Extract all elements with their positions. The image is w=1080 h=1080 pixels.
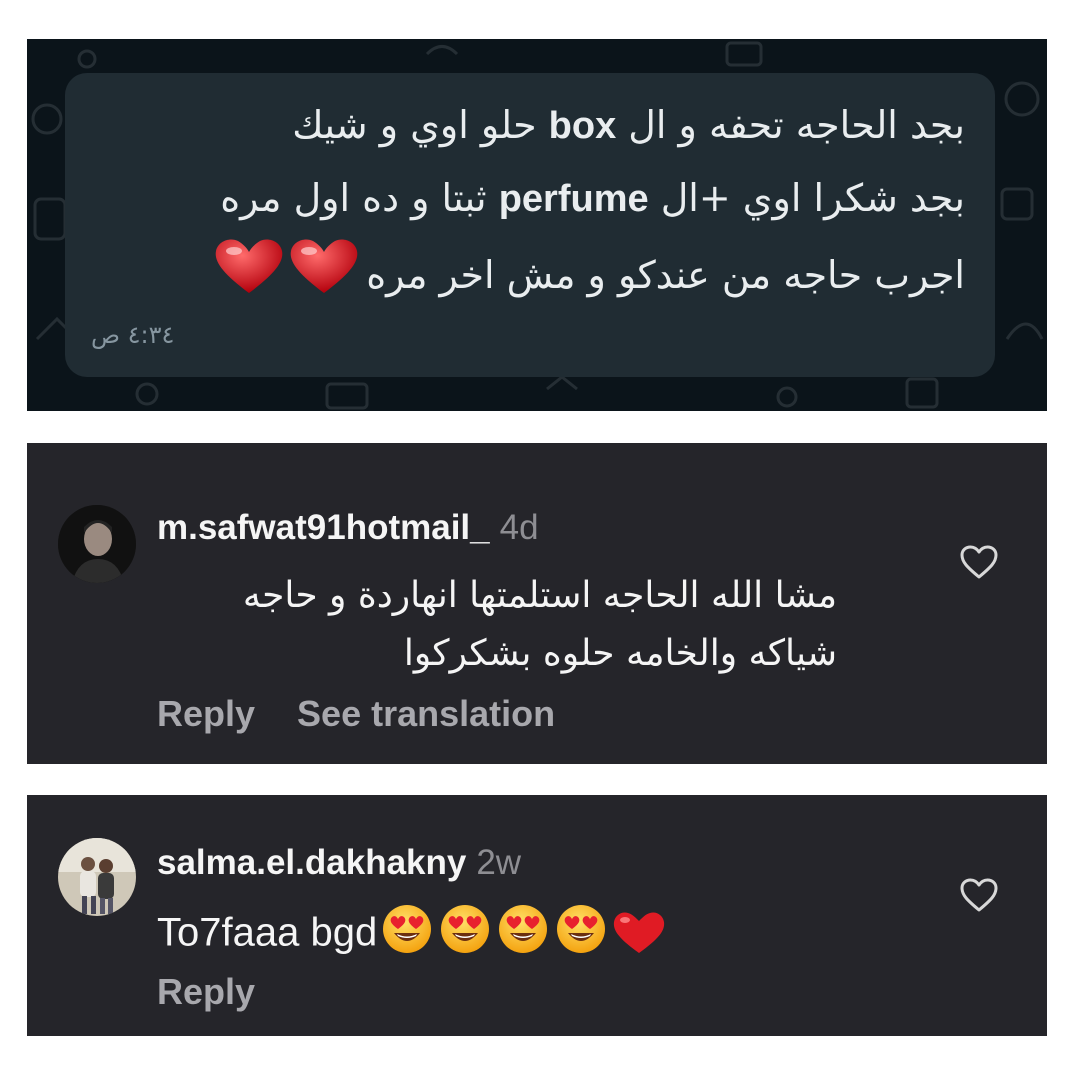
- avatar[interactable]: [58, 838, 136, 916]
- emoji-group: [381, 903, 671, 967]
- comment-text-content: To7faaa bgd: [157, 910, 378, 955]
- hearts-emoji-group: [212, 235, 362, 320]
- whatsapp-screenshot: بجد الحاجه تحفه و ال box حلو اوي و شيك ب…: [27, 39, 1047, 411]
- comment-text: مشا الله الحاجه استلمتها انهاردة و حاجه …: [242, 575, 837, 674]
- user-photo-icon: [58, 838, 136, 916]
- comment-card: salma.el.dakhakny 2w To7faaa bgd Reply: [27, 795, 1047, 1036]
- reply-button[interactable]: Reply: [157, 693, 255, 734]
- message-bubble: بجد الحاجه تحفه و ال box حلو اوي و شيك ب…: [65, 73, 995, 377]
- comment-card: m.safwat91hotmail_ 4d مشا الله الحاجه است…: [27, 443, 1047, 764]
- comment-age: 4d: [499, 508, 539, 547]
- comment-text: To7faaa bgd: [157, 903, 671, 967]
- heart-eyes-emoji-icon: [383, 905, 665, 953]
- message-line-1: بجد الحاجه تحفه و ال box حلو اوي و شيك: [292, 103, 965, 147]
- comment-actions: Reply: [157, 971, 255, 1013]
- heart-icon: [215, 239, 358, 293]
- message-text: بجد الحاجه تحفه و ال box حلو اوي و شيك ب…: [95, 89, 965, 320]
- heart-icon[interactable]: [959, 544, 999, 580]
- comment-username[interactable]: salma.el.dakhakny 2w: [157, 843, 521, 883]
- user-photo-icon: [58, 505, 136, 583]
- comment-username[interactable]: m.safwat91hotmail_ 4d: [157, 508, 539, 548]
- see-translation-button[interactable]: See translation: [297, 693, 555, 734]
- comment-actions: Reply See translation: [157, 693, 555, 735]
- message-line-2: بجد شكرا اوي +ال perfume ثبتا و ده اول م…: [220, 176, 965, 220]
- reply-button[interactable]: Reply: [157, 971, 255, 1012]
- avatar[interactable]: [58, 505, 136, 583]
- message-timestamp: ٤:٣٤ ص: [91, 321, 175, 349]
- comment-age: 2w: [476, 843, 522, 882]
- heart-icon[interactable]: [959, 877, 999, 913]
- message-line-3: اجرب حاجه من عندكو و مش اخر مره: [95, 235, 965, 320]
